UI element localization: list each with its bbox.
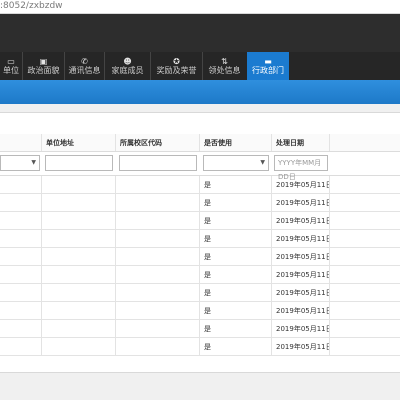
app-window: :8052/zxbzdw ▭ 单位 ▣ 政治面貌 ✆ 通讯信息 ☻ 家庭成员 ✪… bbox=[0, 0, 400, 400]
people-icon: ☻ bbox=[123, 57, 132, 66]
column-header-address[interactable]: 单位地址 bbox=[42, 134, 116, 151]
cell-date: 2019年05月11日 bbox=[272, 338, 330, 355]
tab-admin-department[interactable]: ▬ 行政部门 bbox=[247, 52, 289, 80]
cell-in-use: 是 bbox=[200, 176, 272, 193]
table-row[interactable]: 是 2019年05月11日 bbox=[0, 284, 400, 302]
cell-in-use: 是 bbox=[200, 194, 272, 211]
column-header-campus-code[interactable]: 所属校区代码 bbox=[116, 134, 200, 151]
chevron-down-icon: ▼ bbox=[31, 159, 36, 166]
tab-unit[interactable]: ▭ 单位 bbox=[0, 52, 22, 80]
column-header-date[interactable]: 处理日期 bbox=[272, 134, 330, 151]
cell-date: 2019年05月11日 bbox=[272, 212, 330, 229]
cell-in-use: 是 bbox=[200, 302, 272, 319]
table-row[interactable]: 是 2019年05月11日 bbox=[0, 266, 400, 284]
filter-input-address[interactable] bbox=[45, 155, 113, 171]
cell-date: 2019年05月11日 bbox=[272, 194, 330, 211]
filter-date-input[interactable]: YYYY年MM月DD日 bbox=[274, 155, 328, 181]
table-row[interactable]: 是 2019年05月11日 bbox=[0, 194, 400, 212]
tab-political[interactable]: ▣ 政治面貌 bbox=[22, 52, 64, 80]
filter-input-campus-code[interactable] bbox=[119, 155, 197, 171]
bottom-bar bbox=[0, 372, 400, 400]
data-table: 单位地址 所属校区代码 是否使用 处理日期 ▼ ▼ YYYY年MM月DD日 是 … bbox=[0, 134, 400, 356]
table-row[interactable]: 是 2019年05月11日 bbox=[0, 302, 400, 320]
table-row[interactable]: 是 2019年05月11日 bbox=[0, 320, 400, 338]
toolbar-band bbox=[0, 80, 400, 104]
table-row[interactable]: 是 2019年05月11日 bbox=[0, 212, 400, 230]
card-icon: ▬ bbox=[264, 57, 272, 66]
filter-select-in-use[interactable]: ▼ bbox=[203, 155, 269, 171]
column-header-in-use[interactable]: 是否使用 bbox=[200, 134, 272, 151]
address-url: :8052/zxbzdw bbox=[0, 1, 63, 11]
table-row[interactable]: 是 2019年05月11日 bbox=[0, 230, 400, 248]
cell-date: 2019年05月11日 bbox=[272, 230, 330, 247]
cell-date: 2019年05月11日 bbox=[272, 248, 330, 265]
tab-family[interactable]: ☻ 家庭成员 bbox=[104, 52, 150, 80]
cell-in-use: 是 bbox=[200, 230, 272, 247]
cell-in-use: 是 bbox=[200, 338, 272, 355]
folder-icon: ▣ bbox=[39, 57, 48, 66]
cell-in-use: 是 bbox=[200, 320, 272, 337]
cell-date: 2019年05月11日 bbox=[272, 284, 330, 301]
chevron-down-icon: ▼ bbox=[260, 159, 265, 166]
table-row[interactable]: 是 2019年05月11日 bbox=[0, 338, 400, 356]
cell-date: 2019年05月11日 bbox=[272, 302, 330, 319]
tab-contact[interactable]: ✆ 通讯信息 bbox=[64, 52, 104, 80]
tab-awards[interactable]: ✪ 奖励及荣誉 bbox=[150, 52, 202, 80]
table-row[interactable]: 是 2019年05月11日 bbox=[0, 248, 400, 266]
cell-date: 2019年05月11日 bbox=[272, 176, 330, 193]
filter-select-first[interactable]: ▼ bbox=[0, 155, 40, 171]
address-bar[interactable]: :8052/zxbzdw bbox=[0, 0, 400, 14]
tab-office-info[interactable]: ⇅ 领处信息 bbox=[202, 52, 246, 80]
column-header-0[interactable] bbox=[0, 134, 42, 151]
cell-in-use: 是 bbox=[200, 212, 272, 229]
table-row[interactable]: 是 2019年05月11日 bbox=[0, 176, 400, 194]
table-header-row: 单位地址 所属校区代码 是否使用 处理日期 bbox=[0, 134, 400, 152]
column-header-blank bbox=[330, 134, 400, 151]
cell-date: 2019年05月11日 bbox=[272, 266, 330, 283]
filter-row: ▼ ▼ YYYY年MM月DD日 bbox=[0, 152, 400, 181]
cell-in-use: 是 bbox=[200, 266, 272, 283]
module-tab-strip: ▭ 单位 ▣ 政治面貌 ✆ 通讯信息 ☻ 家庭成员 ✪ 奖励及荣誉 ⇅ 领处信息… bbox=[0, 52, 400, 80]
phone-icon: ✆ bbox=[81, 57, 88, 66]
medal-icon: ✪ bbox=[173, 57, 180, 66]
sort-icon: ⇅ bbox=[221, 57, 228, 66]
cell-date: 2019年05月11日 bbox=[272, 320, 330, 337]
building-icon: ▭ bbox=[7, 57, 15, 66]
top-header bbox=[0, 14, 400, 52]
cell-in-use: 是 bbox=[200, 284, 272, 301]
cell-in-use: 是 bbox=[200, 248, 272, 265]
